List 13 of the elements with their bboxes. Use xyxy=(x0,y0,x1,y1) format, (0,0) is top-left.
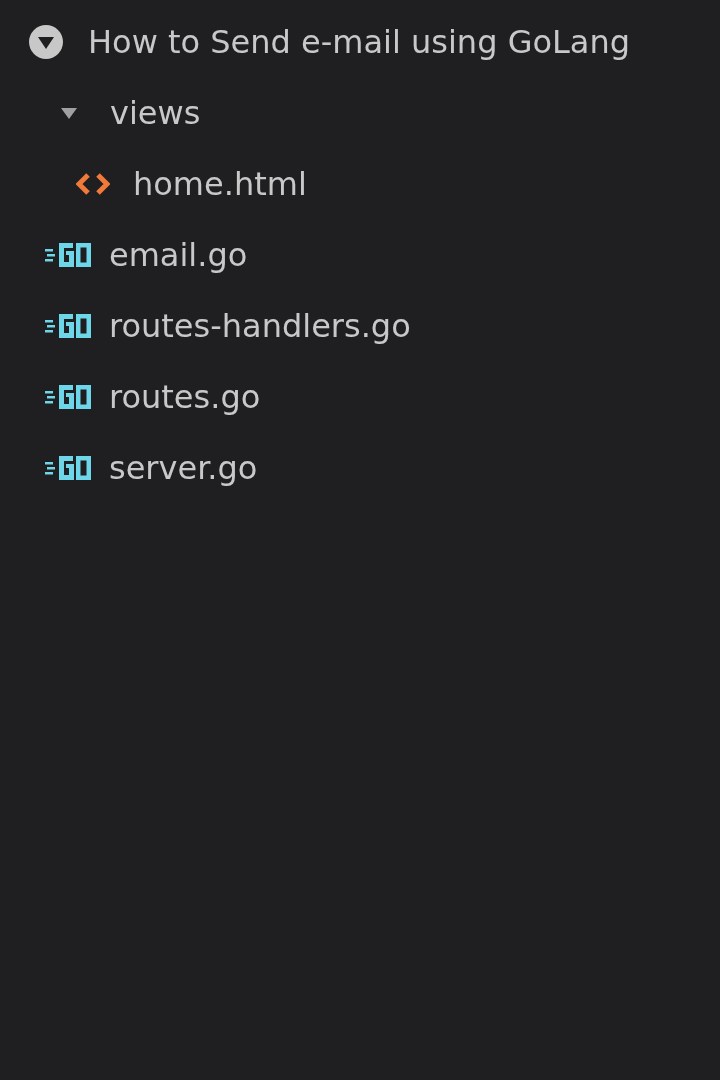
folder-item[interactable]: views xyxy=(110,93,201,132)
file-item[interactable]: routes.go xyxy=(109,377,261,416)
file-item[interactable]: home.html xyxy=(133,164,307,203)
go-file-icon xyxy=(45,311,93,340)
project-folder[interactable]: How to Send e-mail using GoLang xyxy=(88,22,631,61)
file-item[interactable]: routes-handlers.go xyxy=(109,306,411,345)
go-file-icon xyxy=(45,240,93,269)
file-item[interactable]: server.go xyxy=(109,448,258,487)
code-brackets-icon xyxy=(76,171,110,196)
file-item[interactable]: email.go xyxy=(109,235,248,274)
go-file-icon xyxy=(45,453,93,482)
collapse-icon[interactable] xyxy=(28,23,64,60)
go-file-icon xyxy=(45,382,93,411)
